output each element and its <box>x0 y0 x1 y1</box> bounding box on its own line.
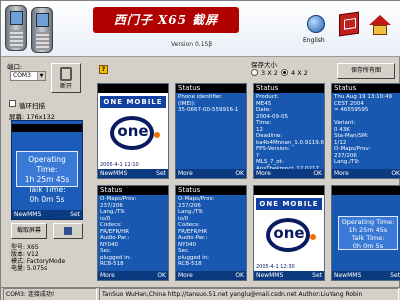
app-window: 西门子 X65 截屏 Version 0.15β English 端口: COM… <box>0 0 400 300</box>
one-logo-icon: one <box>104 116 162 158</box>
save-button[interactable] <box>53 223 83 239</box>
thumb-status-bar <box>254 186 324 195</box>
status-bar: COM3: 连接成功! TanSuo WuHan,China http://ta… <box>1 287 400 300</box>
thumbnail-5[interactable]: Status O-Maps/Prov: 237/206 Lang./T9: io/… <box>97 185 169 281</box>
thumbnail-1[interactable]: ONE MOBILE one 2005-4-1 12:10 NewMMS Set <box>97 83 169 179</box>
preview-optime-box: Operating Time: 1h 25m 45s Talk Time: 0h… <box>16 151 78 204</box>
thumbnail-8[interactable]: Operating Time: 1h 25m 45s Talk Time: 0h 0m… <box>331 185 400 281</box>
radio-4x2[interactable] <box>281 69 288 76</box>
header-banner: 西门子 X65 截屏 Version 0.15β English <box>1 1 400 57</box>
help-book-icon[interactable] <box>339 11 359 37</box>
device-info: 型号: X65 版本: V12 模式: FactoryMode 电量: 5.07… <box>11 244 66 272</box>
port-select[interactable]: COM3 ▼ <box>10 71 46 81</box>
thumb-status-title: Status <box>176 84 246 93</box>
preview-status-bar <box>12 124 82 132</box>
thumb-softkeys: More OK <box>176 169 246 178</box>
thumb-softkeys: More OK <box>98 271 168 280</box>
thumb-status-title: Status <box>254 84 324 93</box>
radio-3x2-label: 3 X 2 <box>261 69 278 77</box>
thumb-status-body: O-Maps/Prov: 237/206 Lang./T9: io/0 Code… <box>178 196 215 267</box>
loop-scan-checkbox[interactable] <box>9 100 16 107</box>
capture-screen-button[interactable]: 截取屏幕 <box>11 223 47 239</box>
radio-4x2-label: 4 X 2 <box>291 69 308 77</box>
thumb-status-body: Thu Aug 19 13:10:49 CEST 2004 = 46559595… <box>334 94 393 178</box>
phones-image <box>5 5 57 53</box>
thumb-softkeys: NewMMS Set <box>254 271 324 280</box>
thumb-optime-box: Operating Time: 1h 25m 45s Talk Time: 0h 0m… <box>338 216 398 250</box>
thumb-status-title: Status <box>332 84 400 93</box>
thumbnail-7[interactable]: ONE MOBILE one 2005-4-1 12:30 NewMMS Set <box>253 185 325 281</box>
globe-icon[interactable] <box>307 15 325 33</box>
status-credits: TanSuo WuHan,China http://tansuo.51.net … <box>99 288 399 300</box>
app-logo: 西门子 X65 截屏 <box>93 7 239 33</box>
radio-3x2[interactable] <box>251 69 258 76</box>
thumb-time: 2005-4-1 12:30 <box>256 264 295 270</box>
thumb-status-title: Status <box>176 186 246 195</box>
thumbnail-6[interactable]: Status O-Maps/Prov: 237/206 Lang./T9: io/… <box>175 185 247 281</box>
thumbnail-3[interactable]: Status Product: ME45 Date: 2004-09-05 Tim… <box>253 83 325 179</box>
save-size-label: 保存大小 <box>251 61 277 69</box>
thumb-status-bar <box>332 186 400 195</box>
help-icon[interactable]: ? <box>99 65 108 74</box>
disconnect-button[interactable]: 断开 <box>51 63 81 93</box>
thumb-brand: ONE MOBILE <box>100 96 166 108</box>
plug-icon <box>60 67 72 81</box>
thumb-status-bar <box>98 84 168 93</box>
save-all-button[interactable]: 保存所有图 <box>337 63 395 79</box>
thumbnail-grid: ONE MOBILE one 2005-4-1 12:10 NewMMS Set Stat… <box>93 81 400 285</box>
version-label: Version 0.15β <box>171 41 213 48</box>
thumb-softkeys: More OK <box>176 271 246 280</box>
status-connection: COM3: 连接成功! <box>3 288 97 300</box>
thumb-status-body: O-Maps/Prov: 237/206 Lang./T9: io/0 Code… <box>100 196 137 267</box>
floppy-icon <box>64 227 72 235</box>
chevron-down-icon[interactable]: ▼ <box>37 72 45 80</box>
language-label[interactable]: English <box>303 37 325 44</box>
thumb-time: 2005-4-1 12:10 <box>100 162 139 168</box>
loop-scan-label: 循环扫描 <box>19 102 45 110</box>
thumb-softkeys: NewMMS Set <box>98 169 168 178</box>
thumbnail-4[interactable]: Status Thu Aug 19 13:10:49 CEST 2004 = 46… <box>331 83 400 179</box>
preview-softkeys: NewMMS Set <box>12 210 82 219</box>
thumb-softkeys: More OK <box>332 169 400 178</box>
live-preview: Operating Time: 1h 25m 45s Talk Time: 0h… <box>11 120 83 220</box>
thumb-status-body: Product: ME45 Date: 2004-09-05 Time: 12 … <box>256 94 325 172</box>
one-logo-icon: one <box>260 218 318 260</box>
thumbnail-2[interactable]: Status Phone identifier (IMEI): 35-0667-0… <box>175 83 247 179</box>
thumb-status-title: Status <box>98 186 168 195</box>
home-icon[interactable] <box>369 15 391 35</box>
port-label: 端口: <box>7 63 23 71</box>
thumb-brand: ONE MOBILE <box>256 198 322 210</box>
thumb-softkeys: More OK <box>254 169 324 178</box>
thumb-softkeys: NewMMS Set <box>332 271 400 280</box>
screenshot-gallery: ? 保存大小 3 X 2 4 X 2 保存所有图 ONE MOBILE one 20… <box>93 59 400 285</box>
thumb-status-body: Phone identifier (IMEI): 35-0667-00-5599… <box>178 94 239 113</box>
